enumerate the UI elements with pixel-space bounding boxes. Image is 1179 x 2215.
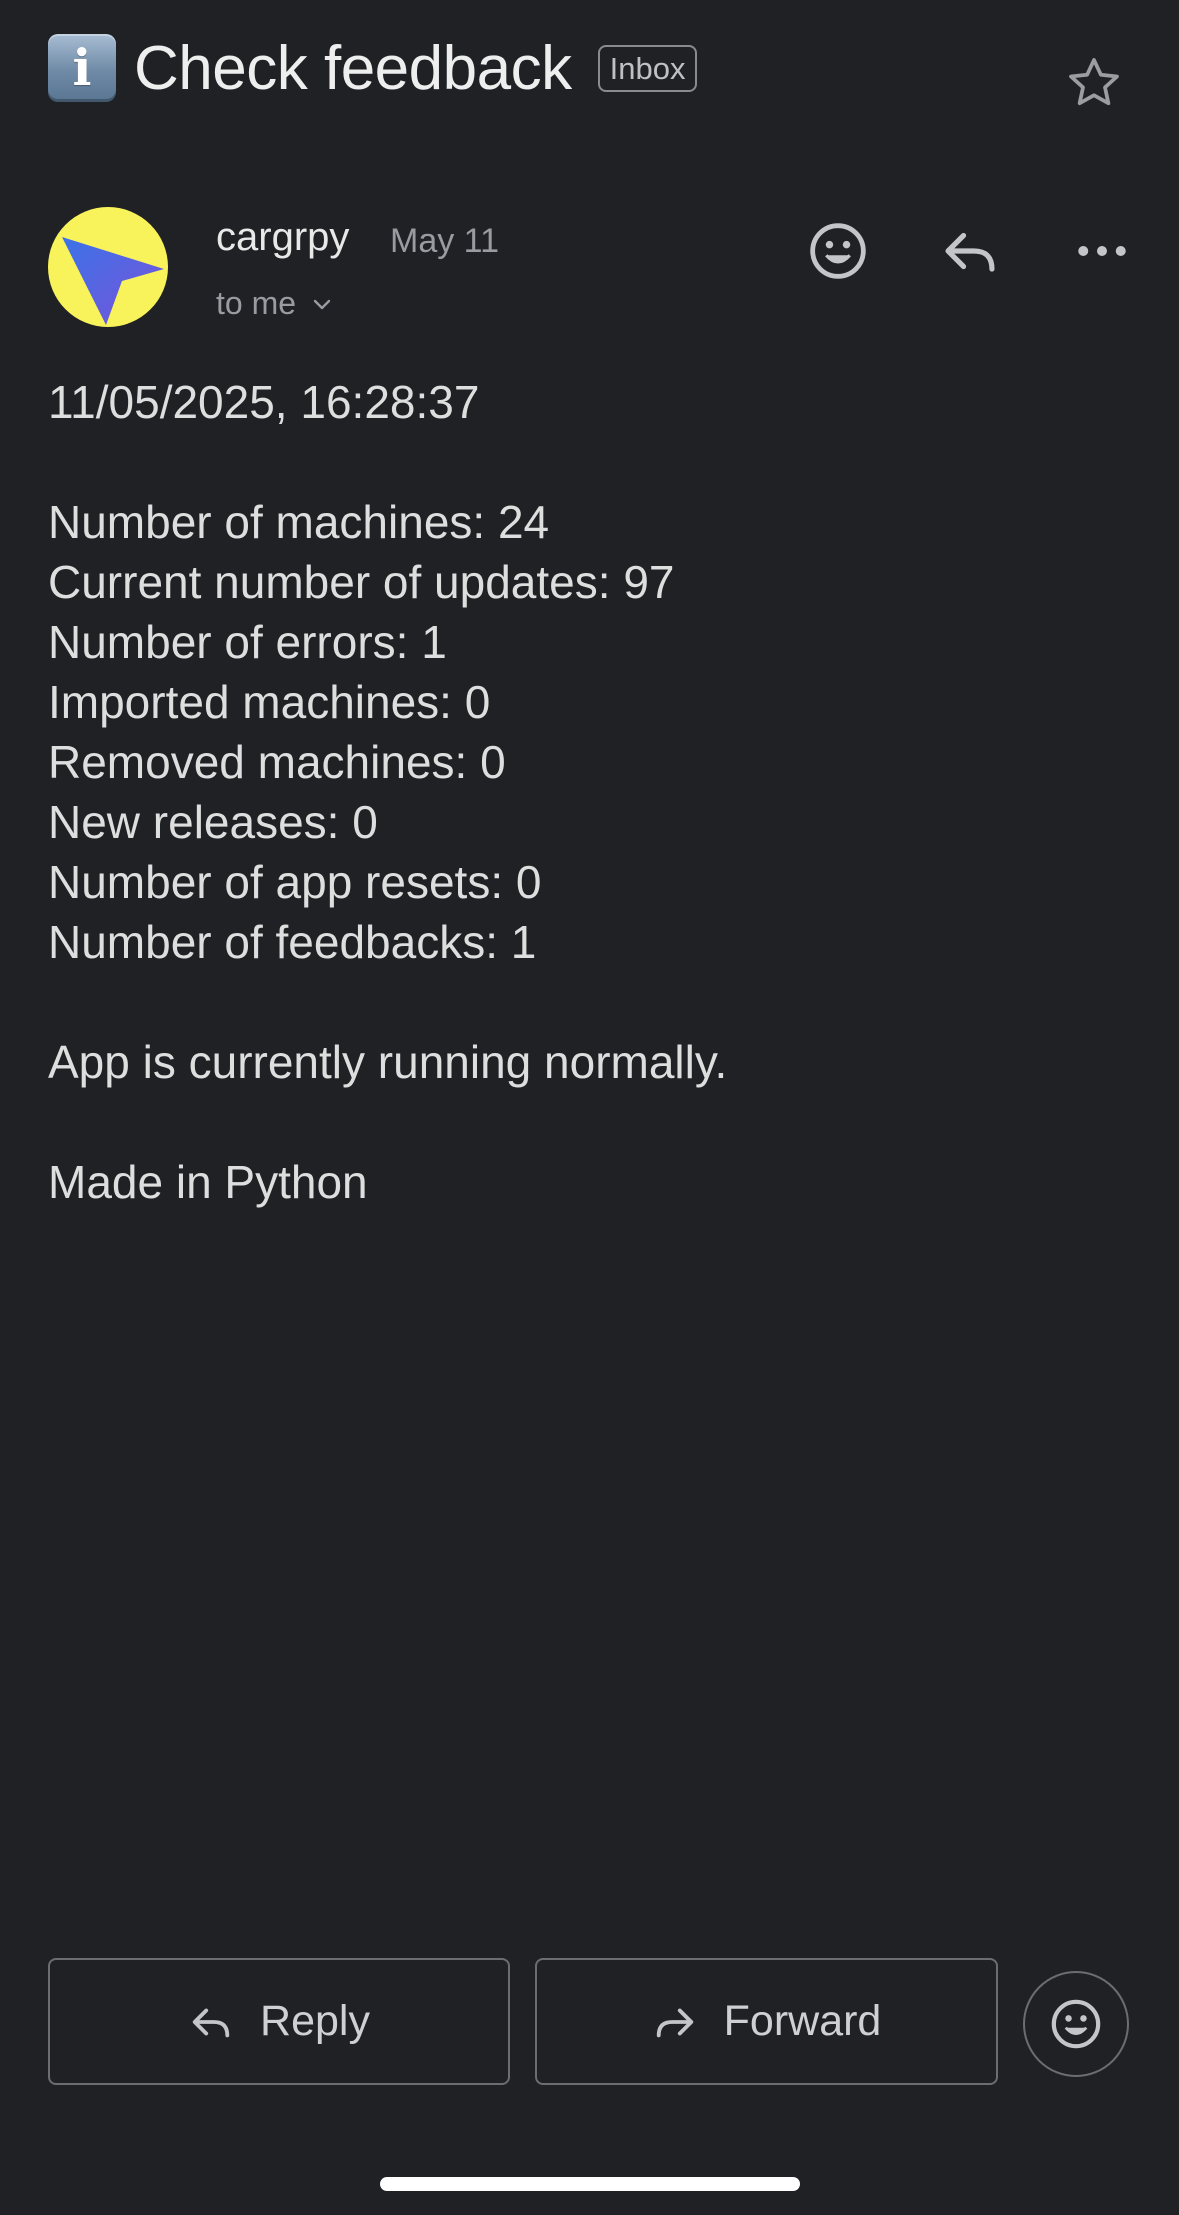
sender-name[interactable]: cargrpy [216,215,349,260]
info-emoji-icon: i [48,34,116,102]
more-horizontal-icon [1078,246,1126,256]
forward-button[interactable]: Forward [535,1958,998,2085]
reply-arrow-icon [945,232,995,272]
stat-line: Imported machines: 0 [48,676,491,728]
reply-button-label: Reply [260,1997,370,2045]
smiley-icon [810,223,866,279]
stat-line: Number of feedbacks: 1 [48,916,537,968]
email-date: May 11 [390,222,499,260]
recipient-toggle[interactable]: to me [216,285,334,322]
inbox-label-chip[interactable]: Inbox [597,44,698,92]
stat-line: Number of machines: 24 [48,496,550,548]
more-options-button[interactable] [1064,213,1140,289]
reply-arrow-icon [192,2008,230,2037]
email-subject: Check feedback [134,33,572,103]
sender-row: cargrpy May 11 to me [48,207,1149,331]
stat-line: Number of errors: 1 [48,616,447,668]
smiley-icon [1051,1999,1101,2049]
stat-line: Number of app resets: 0 [48,856,542,908]
home-indicator[interactable] [380,2177,800,2191]
add-reaction-button[interactable] [1023,1971,1129,2077]
info-emoji-glyph: i [72,38,92,97]
body-spacer [48,432,1139,492]
recipient-label: to me [216,285,297,321]
star-outline-icon [1069,58,1119,106]
forward-button-label: Forward [723,1997,882,2045]
body-status: App is currently running normally. [48,1036,728,1088]
paper-plane-logo-icon [62,237,164,325]
forward-arrow-icon [656,2008,693,2037]
body-spacer [48,1092,1139,1152]
email-body: 11/05/2025, 16:28:37 Number of machines:… [48,372,1139,1212]
stat-line: Removed machines: 0 [48,736,506,788]
chevron-down-icon [313,299,331,309]
body-timestamp: 11/05/2025, 16:28:37 [48,376,480,428]
reply-icon-button[interactable] [932,213,1008,289]
avatar[interactable] [48,207,168,327]
subject-header: i Check feedback Inbox [48,28,1149,108]
stat-line: New releases: 0 [48,796,378,848]
stat-line: Current number of updates: 97 [48,556,675,608]
react-emoji-button[interactable] [800,213,876,289]
reply-button[interactable]: Reply [48,1958,510,2085]
star-button[interactable] [1061,50,1127,116]
body-spacer [48,972,1139,1032]
body-footer: Made in Python [48,1156,368,1208]
